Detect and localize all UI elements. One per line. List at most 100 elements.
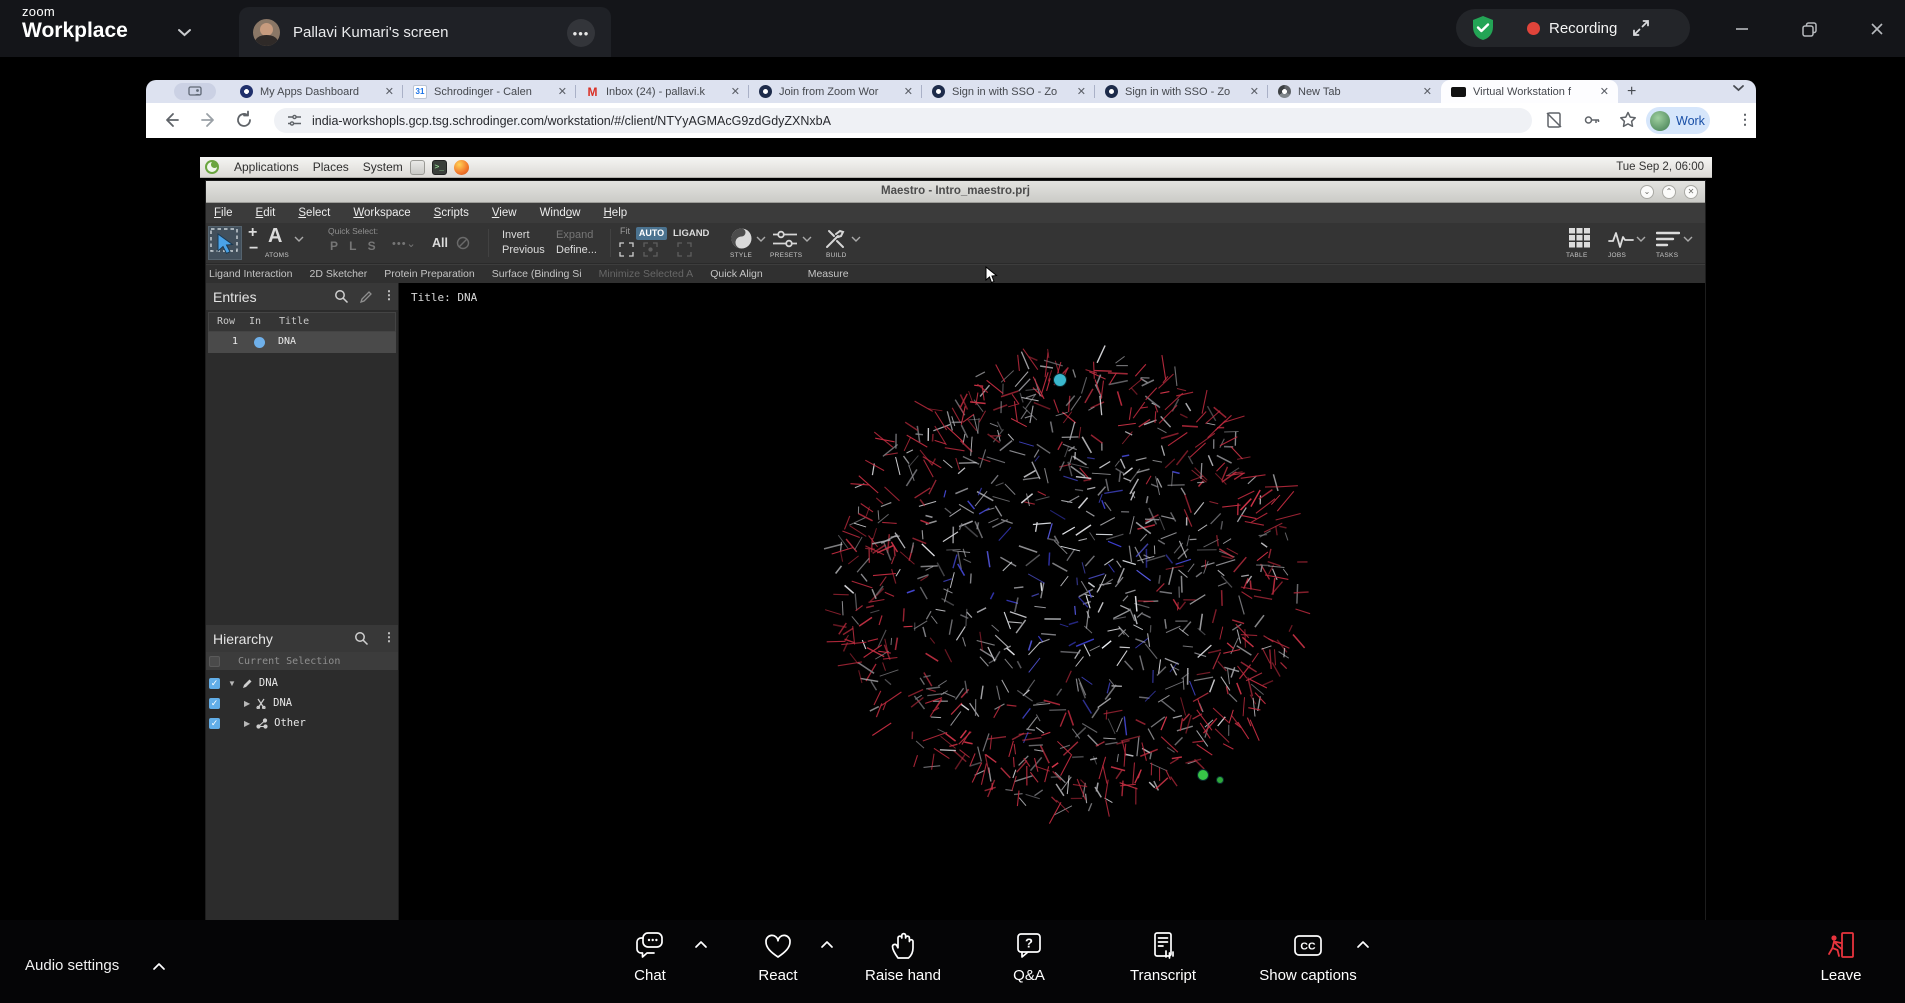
expand-button[interactable]: Expand: [556, 229, 593, 241]
desktop-clock[interactable]: Tue Sep 2, 06:00: [1616, 161, 1704, 173]
tab-close-icon[interactable]: ✕: [1423, 85, 1432, 98]
tab-close-icon[interactable]: ✕: [385, 85, 394, 98]
hierarchy-item-other[interactable]: ✓ ▶ Other: [206, 713, 398, 733]
browser-tab-my-apps[interactable]: My Apps Dashboard ✕: [230, 80, 403, 103]
build-icon[interactable]: [824, 228, 848, 250]
jobs-icon[interactable]: [1608, 230, 1634, 248]
tab-close-icon[interactable]: ✕: [1077, 85, 1086, 98]
tab-measure[interactable]: Measure: [808, 268, 849, 280]
menu-edit[interactable]: Edit: [256, 207, 276, 219]
expand-arrow-icon[interactable]: ▼: [228, 679, 236, 688]
react-caret-icon[interactable]: [820, 940, 834, 949]
kebab-menu-icon[interactable]: ⋮: [383, 288, 395, 302]
tab-search-button[interactable]: [174, 83, 216, 100]
back-icon[interactable]: [162, 110, 182, 130]
search-icon[interactable]: [334, 289, 349, 304]
chevron-down-icon[interactable]: [756, 236, 766, 242]
checkbox-checked[interactable]: ✓: [209, 718, 220, 729]
menu-help[interactable]: Help: [603, 207, 627, 219]
atoms-tool-button[interactable]: A: [268, 225, 282, 248]
leave-button[interactable]: Leave: [1781, 930, 1901, 984]
tab-list-chevron-icon[interactable]: [1732, 84, 1745, 92]
menu-view[interactable]: View: [492, 207, 517, 219]
browser-tab-join-zoom[interactable]: Join from Zoom Wor ✕: [749, 80, 922, 103]
captions-caret-icon[interactable]: [1356, 940, 1370, 949]
menu-file[interactable]: File: [214, 207, 233, 219]
shared-screen-tab[interactable]: Pallavi Kumari's screen: [239, 7, 611, 57]
kebab-menu-icon[interactable]: ⋮: [383, 630, 395, 644]
tab-close-icon[interactable]: ✕: [558, 85, 567, 98]
security-shield-icon[interactable]: [1471, 15, 1495, 41]
browser-tab-sso-2[interactable]: Sign in with SSO - Zo ✕: [1095, 80, 1268, 103]
auto-fit-button[interactable]: AUTO: [636, 227, 667, 240]
menu-applications[interactable]: Applications: [234, 160, 299, 174]
search-icon[interactable]: [354, 631, 369, 646]
tab-close-icon[interactable]: ✕: [904, 85, 913, 98]
browser-tab-calendar[interactable]: 31 Schrodinger - Calen ✕: [403, 80, 576, 103]
firefox-icon[interactable]: [454, 160, 469, 175]
window-close-button[interactable]: [1867, 19, 1887, 39]
window-restore-button[interactable]: [1799, 19, 1819, 39]
raise-hand-button[interactable]: Raise hand: [843, 930, 963, 984]
menu-places[interactable]: Places: [313, 160, 349, 174]
table-icon[interactable]: [1568, 227, 1591, 249]
tab-protein-preparation[interactable]: Protein Preparation: [384, 268, 474, 280]
show-captions-button[interactable]: CC Show captions: [1248, 930, 1368, 984]
qa-button[interactable]: ? Q&A: [969, 930, 1089, 984]
browser-tab-sso-1[interactable]: Sign in with SSO - Zo ✕: [922, 80, 1095, 103]
menu-scripts[interactable]: Scripts: [434, 207, 469, 219]
transcript-button[interactable]: Transcript: [1103, 930, 1223, 984]
tab-quick-align[interactable]: Quick Align: [710, 268, 763, 280]
define-button[interactable]: Define...: [556, 244, 597, 256]
react-button[interactable]: React: [718, 930, 838, 984]
window-minimize-button[interactable]: [1732, 19, 1752, 39]
tab-ligand-interaction[interactable]: Ligand Interaction: [209, 268, 292, 280]
chevron-down-icon[interactable]: [1636, 236, 1646, 242]
chevron-down-icon[interactable]: [802, 236, 812, 242]
ligand-fit-button[interactable]: LIGAND: [673, 228, 709, 239]
maestro-maximize-button[interactable]: ⌃: [1662, 185, 1676, 199]
fit-expand-icon[interactable]: [619, 242, 634, 257]
quick-select-dots-button[interactable]: •••⌄: [392, 237, 417, 250]
menu-workspace[interactable]: Workspace: [353, 207, 410, 219]
bookmark-star-icon[interactable]: [1618, 110, 1638, 130]
presets-icon[interactable]: [772, 230, 798, 248]
reload-icon[interactable]: [234, 110, 254, 130]
maestro-close-button[interactable]: ✕: [1684, 185, 1698, 199]
chat-button[interactable]: Chat: [590, 930, 710, 984]
zoom-out-button[interactable]: −: [249, 240, 258, 258]
site-settings-icon[interactable]: [287, 113, 302, 128]
hierarchy-item-dna[interactable]: ✓ ▶ DNA: [206, 693, 398, 713]
tab-close-icon[interactable]: ✕: [731, 85, 740, 98]
audio-settings-button[interactable]: Audio settings: [25, 957, 119, 974]
chevron-down-icon[interactable]: [177, 28, 192, 37]
menu-select[interactable]: Select: [298, 207, 330, 219]
tasks-icon[interactable]: [1656, 230, 1680, 248]
quick-select-letters[interactable]: P L S: [330, 239, 380, 253]
password-key-icon[interactable]: [1582, 110, 1602, 130]
menu-window[interactable]: Window: [540, 207, 581, 219]
file-manager-icon[interactable]: [410, 160, 425, 175]
maestro-titlebar[interactable]: Maestro - Intro_maestro.prj: [206, 181, 1705, 203]
checkbox-checked[interactable]: ✓: [209, 678, 220, 689]
tab-close-icon[interactable]: ✕: [1250, 85, 1259, 98]
distro-logo-icon[interactable]: [204, 159, 220, 175]
invert-button[interactable]: Invert: [502, 229, 530, 241]
entries-row-dna[interactable]: 1 DNA: [208, 332, 396, 353]
browser-tab-new-tab[interactable]: New Tab ✕: [1268, 80, 1441, 103]
tab-2d-sketcher[interactable]: 2D Sketcher: [309, 268, 367, 280]
checkbox-checked[interactable]: ✓: [209, 698, 220, 709]
selection-tool-button[interactable]: [208, 226, 242, 260]
browser-menu-icon[interactable]: ⋮: [1738, 111, 1752, 128]
maestro-minimize-button[interactable]: ⌄: [1640, 185, 1654, 199]
deselect-icon[interactable]: [456, 236, 470, 250]
caret-up-icon[interactable]: [152, 962, 166, 971]
fullscreen-expand-icon[interactable]: [1631, 18, 1651, 38]
tab-surface-binding[interactable]: Surface (Binding Si: [492, 268, 582, 280]
previous-button[interactable]: Previous: [502, 244, 545, 256]
browser-profile-button[interactable]: Work: [1646, 107, 1710, 134]
chevron-down-icon[interactable]: [294, 236, 304, 242]
new-tab-button[interactable]: +: [1627, 83, 1636, 101]
tab-close-icon[interactable]: ✕: [1600, 85, 1609, 98]
browser-tab-virtual-workstation[interactable]: Virtual Workstation f ✕: [1441, 80, 1618, 103]
